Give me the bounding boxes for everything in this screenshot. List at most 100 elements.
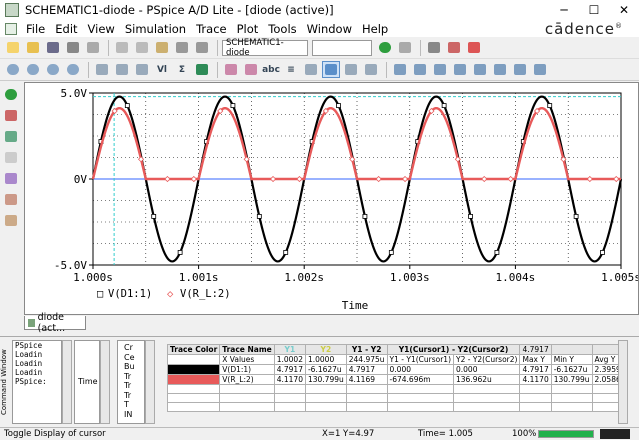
add-trace-icon[interactable]: Vl (153, 61, 171, 78)
copy-icon[interactable] (133, 39, 151, 56)
menu-bar: File Edit View Simulation Trace Plot Too… (0, 19, 639, 38)
list-item[interactable]: Tr (124, 381, 144, 391)
simulation-settings-icon[interactable] (425, 39, 443, 56)
eval-measurement-icon[interactable]: Σ (173, 61, 191, 78)
open-icon[interactable] (24, 39, 42, 56)
document-icon[interactable] (5, 22, 17, 35)
legend-label-1: V(D1:1) (108, 288, 152, 300)
secondary-select[interactable] (312, 39, 372, 56)
zoom-in-icon[interactable] (4, 61, 22, 78)
main-toolbar: SCHEMATIC1-diode (0, 37, 639, 59)
list-item[interactable]: IN (124, 410, 144, 420)
cursor-max-icon[interactable] (411, 61, 429, 78)
cursor-mode-icon[interactable] (302, 61, 320, 78)
menu-help[interactable]: Help (357, 22, 393, 36)
run-simulation-icon[interactable] (2, 86, 20, 103)
cursor-search-icon[interactable] (451, 61, 469, 78)
markers-icon[interactable] (2, 107, 20, 124)
undo-icon[interactable] (173, 39, 191, 56)
menu-tools[interactable]: Tools (263, 22, 301, 36)
cursor-next-icon[interactable] (471, 61, 489, 78)
cursor-trough-icon[interactable] (342, 61, 360, 78)
table-row (166, 393, 624, 403)
text-label-icon[interactable]: ≡ (282, 61, 300, 78)
x-tick-label: 1.001s (179, 271, 219, 284)
tab-diode-active[interactable]: diode (act... (24, 312, 86, 334)
toggle-cursor-icon[interactable] (222, 61, 240, 78)
cell-min: -6.1627u (550, 364, 593, 375)
pause-icon[interactable] (396, 39, 414, 56)
cursor-min-icon[interactable] (391, 61, 409, 78)
performance-icon[interactable] (133, 61, 151, 78)
maximize-button[interactable]: ☐ (579, 0, 609, 20)
close-button[interactable]: ✕ (609, 0, 639, 20)
menu-simulation[interactable]: Simulation (120, 22, 191, 36)
x-tick-label: 1.005s (601, 271, 638, 284)
mark-label-icon[interactable]: abc (262, 61, 280, 78)
list-item[interactable]: Cr (124, 343, 144, 353)
legend: □ V(D1:1) ◇ V(R_L:2) (97, 288, 231, 300)
save-icon[interactable] (44, 39, 62, 56)
simulation-profile-select[interactable]: SCHEMATIC1-diode (222, 38, 308, 58)
simulation-list-scrollbar[interactable] (145, 340, 155, 424)
minimize-button[interactable]: ─ (549, 0, 579, 20)
time-panel[interactable]: Time (74, 340, 100, 424)
log-x-icon[interactable] (93, 61, 111, 78)
new-icon[interactable] (4, 39, 22, 56)
sub-y2-cursor2: Y2 - Y2(Cursor2) (452, 354, 521, 365)
paste-icon[interactable] (153, 39, 171, 56)
cursor-table-scrollbar[interactable] (618, 340, 628, 424)
view-output-icon[interactable] (445, 39, 463, 56)
excel-icon[interactable] (193, 61, 211, 78)
cursor-toggle-icon[interactable] (322, 61, 340, 78)
plot-window[interactable]: 5.0V 0V -5.0V 1.000s 1.001s 1.002s 1.003s 1.00… (24, 82, 639, 315)
copy-plot-icon[interactable] (531, 61, 549, 78)
list-item[interactable]: Bu (124, 362, 144, 372)
fourier-icon[interactable] (113, 61, 131, 78)
netlist-icon[interactable] (2, 149, 20, 166)
zoom-area-icon[interactable] (44, 61, 62, 78)
menu-edit[interactable]: Edit (50, 22, 82, 36)
table-row[interactable]: V(D1:1) 4.7917 -6.1627u 4.7917 0.000 0.0… (166, 364, 624, 375)
time-panel-scrollbar[interactable] (100, 340, 110, 424)
menu-view[interactable]: View (83, 22, 120, 36)
menu-trace[interactable]: Trace (191, 22, 232, 36)
trace-color-swatch[interactable] (166, 374, 221, 385)
app-icon (5, 3, 19, 17)
command-window[interactable]: PSpice Loadin Loadin Loadin PSpice: (12, 340, 62, 424)
table-row[interactable]: V(R_L:2) 4.1170 130.799u 4.1169 -674.696… (166, 374, 624, 385)
zoom-out-icon[interactable] (24, 61, 42, 78)
print-icon[interactable] (64, 39, 82, 56)
cursor-point-icon[interactable] (431, 61, 449, 78)
redo-icon[interactable] (193, 39, 211, 56)
list-item[interactable]: T (124, 400, 144, 410)
output-file-icon[interactable] (2, 191, 20, 208)
waveform-icon[interactable] (2, 170, 20, 187)
x-tick-label: 1.002s (284, 271, 324, 284)
cursor-prev-icon[interactable] (491, 61, 509, 78)
waveform-doc-icon (28, 318, 35, 327)
cut-icon[interactable] (113, 39, 131, 56)
cursor-table[interactable]: Trace Color Trace Name Y1 Y2 Y1 - Y2 Y1(… (166, 344, 624, 412)
menu-file[interactable]: File (21, 22, 50, 36)
cadence-logo: cādence® (544, 19, 623, 38)
zoom-fit-icon[interactable] (64, 61, 82, 78)
waveform-plot[interactable]: 5.0V0V-5.0V 1.000s 1.001s 1.002s 1.003s 1.00… (25, 83, 639, 314)
mark-data-icon[interactable] (511, 61, 529, 78)
simulation-list[interactable]: Cr Ce Bu Tr Tr Tr T IN (117, 340, 145, 424)
trace-color-swatch[interactable] (166, 364, 221, 375)
command-line: Loadin (15, 368, 43, 377)
menu-plot[interactable]: Plot (232, 22, 264, 36)
command-scrollbar[interactable] (62, 340, 72, 424)
cursor-peak-icon[interactable] (242, 61, 260, 78)
cursor-slope-icon[interactable] (362, 61, 380, 78)
list-item[interactable]: Ce (124, 353, 144, 363)
list-item[interactable]: Tr (124, 372, 144, 382)
run-icon[interactable] (376, 39, 394, 56)
menu-window[interactable]: Window (302, 22, 357, 36)
print-preview-icon[interactable] (84, 39, 102, 56)
probe-icon[interactable] (2, 128, 20, 145)
schematic-icon[interactable] (2, 212, 20, 229)
stop-icon[interactable] (465, 39, 483, 56)
list-item[interactable]: Tr (124, 391, 144, 401)
